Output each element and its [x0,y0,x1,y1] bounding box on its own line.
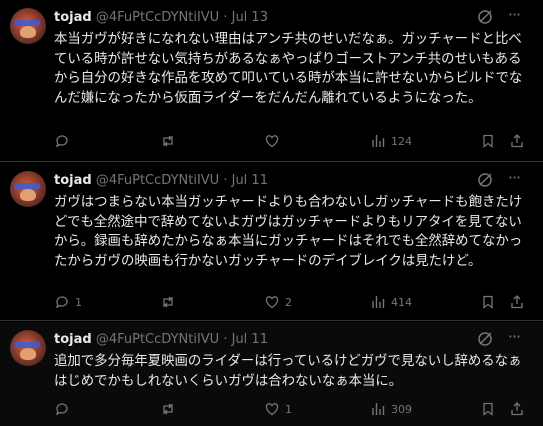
views-count: 309 [391,402,412,416]
reply-icon [55,296,68,309]
separator-dot: · [223,173,228,188]
views-icon [372,135,385,147]
share-icon [511,134,523,148]
retweet-button[interactable] [160,293,181,311]
divider [0,161,543,162]
tweet-header: tojad @4FuPtCcDYNtiIVU · Jul 11 [54,173,268,191]
views-button[interactable]: 414 [370,293,412,311]
views-count: 414 [391,295,412,309]
like-icon [265,296,279,309]
grok-icon[interactable] [477,331,493,347]
reply-button[interactable] [54,400,75,418]
tweet[interactable]: tojad @4FuPtCcDYNtiIVU · Jul 13 ··· 本当ガヴ… [0,0,543,162]
bookmark-icon [483,402,493,416]
tweet-actions: 124 [54,132,524,150]
share-icon [511,402,523,416]
more-icon[interactable]: ··· [506,169,522,189]
like-button[interactable] [264,132,285,150]
share-button[interactable] [509,293,525,311]
like-icon [265,403,279,416]
display-name[interactable]: tojad [54,332,92,347]
reply-icon [55,135,68,148]
separator-dot: · [223,332,228,347]
tweet-actions: 1 2 414 [54,293,524,311]
like-button[interactable]: 2 [264,293,292,311]
bookmark-button[interactable] [480,132,496,150]
tweet-date[interactable]: Jul 11 [232,332,268,347]
user-handle[interactable]: @4FuPtCcDYNtiIVU [96,10,219,25]
share-button[interactable] [509,400,525,418]
user-handle[interactable]: @4FuPtCcDYNtiIVU [96,332,219,347]
like-button[interactable]: 1 [264,400,292,418]
tweet-header: tojad @4FuPtCcDYNtiIVU · Jul 13 [54,10,268,28]
views-button[interactable]: 124 [370,132,412,150]
share-icon [511,295,523,309]
avatar[interactable] [10,8,46,44]
reply-count: 1 [75,295,82,309]
reply-button[interactable] [54,132,75,150]
more-icon[interactable]: ··· [506,328,522,348]
views-icon [372,296,385,308]
reply-button[interactable]: 1 [54,293,82,311]
display-name[interactable]: tojad [54,173,92,188]
separator-dot: · [223,10,228,25]
divider [0,320,543,321]
grok-icon[interactable] [477,172,493,188]
views-count: 124 [391,134,412,148]
share-button[interactable] [509,132,525,150]
tweet-date[interactable]: Jul 13 [232,10,268,25]
avatar[interactable] [10,171,46,207]
bookmark-button[interactable] [480,400,496,418]
retweet-icon [163,296,173,308]
user-handle[interactable]: @4FuPtCcDYNtiIVU [96,173,219,188]
reply-icon [55,403,68,416]
tweet-text: 本当ガヴが好きになれない理由はアンチ共のせいだなぁ。ガッチャードと比べている時が… [54,32,523,106]
tweet-header: tojad @4FuPtCcDYNtiIVU · Jul 11 [54,332,268,350]
retweet-button[interactable] [160,400,181,418]
more-icon[interactable]: ··· [506,6,522,26]
views-icon [372,403,385,415]
bookmark-button[interactable] [480,293,496,311]
like-count: 1 [285,402,292,416]
tweet[interactable]: tojad @4FuPtCcDYNtiIVU · Jul 11 ··· ガヴはつ… [0,163,543,321]
like-icon [265,135,279,148]
tweet[interactable]: tojad @4FuPtCcDYNtiIVU · Jul 11 ··· 追加で多… [0,322,543,426]
bookmark-icon [483,295,493,309]
retweet-icon [163,135,173,147]
tweet-actions: 1 309 [54,400,524,418]
display-name[interactable]: tojad [54,10,92,25]
views-button[interactable]: 309 [370,400,412,418]
bookmark-icon [483,134,493,148]
tweet-text: ガヴはつまらない本当ガッチャードよりも合わないしガッチャードも飽きたけどでも全然… [54,195,523,269]
like-count: 2 [285,295,292,309]
avatar[interactable] [10,330,46,366]
tweet-text: 追加で多分毎年夏映画のライダーは行っているけどガヴで見ないし辞めるなぁはじめでか… [54,354,522,389]
grok-icon[interactable] [477,9,493,25]
retweet-icon [163,403,173,415]
tweet-date[interactable]: Jul 11 [232,173,268,188]
timeline: tojad @4FuPtCcDYNtiIVU · Jul 13 ··· 本当ガヴ… [0,0,543,426]
retweet-button[interactable] [160,132,181,150]
